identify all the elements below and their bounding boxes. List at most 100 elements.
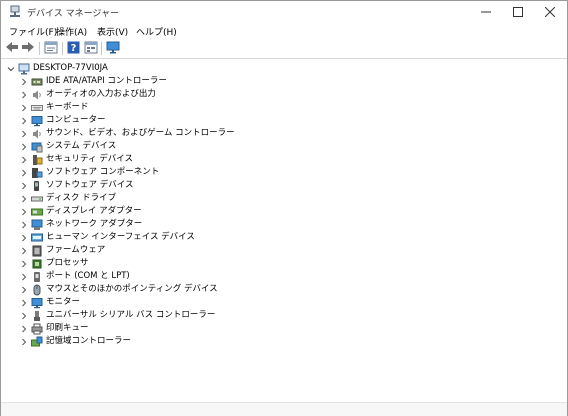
menu-view[interactable]: 表示(V) [97,25,128,38]
tree-category-label: ポート (COM と LPT) [46,271,130,281]
disk-drive-icon [31,193,43,205]
computer-monitor-icon [31,115,43,127]
forward-icon [21,41,35,56]
tree-category-label: ユニバーサル シリアル バス コントローラー [46,310,216,320]
tree-category[interactable]: プロセッサ [19,257,89,270]
chevron-right-icon[interactable] [19,322,28,335]
tree-category[interactable]: ファームウェア [19,244,105,257]
title-bar: デバイス マネージャー [1,1,567,23]
hid-icon [31,232,43,244]
software-component-icon [31,167,43,179]
forward-button[interactable] [20,41,36,56]
back-icon [5,41,19,56]
ide-controller-icon [31,76,43,88]
maximize-button[interactable] [503,1,533,23]
chevron-right-icon[interactable] [19,88,28,101]
tree-category[interactable]: ソフトウェア コンポーネント [19,166,159,179]
tree-category[interactable]: サウンド、ビデオ、およびゲーム コントローラー [19,127,235,140]
tree-root[interactable]: DESKTOP-77VI0JA [6,62,108,75]
tree-category[interactable]: ポート (COM と LPT) [19,270,130,283]
menu-action[interactable]: 操作(A) [56,25,87,38]
tree-category-label: マウスとそのほかのポインティング デバイス [46,284,218,294]
chevron-right-icon[interactable] [19,101,28,114]
menu-file[interactable]: ファイル(F) [9,25,57,38]
tree-category[interactable]: ディスプレイ アダプター [19,205,142,218]
chevron-down-icon[interactable] [6,62,15,75]
chevron-right-icon[interactable] [19,114,28,127]
device-manager-window: デバイス マネージャー ファイル(F) 操作(A) 表示(V) ヘルプ(H) ?… [0,0,568,416]
storage-controller-icon [31,336,43,348]
toolbar-separator [39,42,40,55]
chevron-right-icon[interactable] [19,309,28,322]
tree-category-label: ヒューマン インターフェイス デバイス [46,232,195,242]
tree-category-label: オーディオの入力および出力 [46,89,156,99]
speaker-icon [31,128,43,140]
tree-category-label: ディスク ドライブ [46,193,117,203]
help-button[interactable]: ? [65,41,81,56]
tree-category[interactable]: オーディオの入力および出力 [19,88,156,101]
tree-category-label: IDE ATA/ATAPI コントローラー [46,76,167,86]
tree-category-label: キーボード [46,102,89,112]
chevron-right-icon[interactable] [19,218,28,231]
tree-category[interactable]: セキュリティ デバイス [19,153,133,166]
computer-icon [18,63,30,75]
tree-category-label: ソフトウェア デバイス [46,180,134,190]
chevron-right-icon[interactable] [19,270,28,283]
firmware-icon [31,245,43,257]
tree-category[interactable]: ヒューマン インターフェイス デバイス [19,231,195,244]
network-adapter-icon [31,219,43,231]
properties-icon [44,41,58,57]
chevron-right-icon[interactable] [19,75,28,88]
security-icon [31,154,43,166]
chevron-right-icon[interactable] [19,335,28,348]
tree-category-label: プロセッサ [46,258,89,268]
chevron-right-icon[interactable] [19,179,28,192]
tree-category-label: ネットワーク アダプター [46,219,143,229]
tree-category[interactable]: ディスク ドライブ [19,192,116,205]
tree-category[interactable]: モニター [19,296,80,309]
speaker-icon [31,89,43,101]
processor-icon [31,258,43,270]
back-button[interactable] [4,41,20,56]
chevron-right-icon[interactable] [19,153,28,166]
tree-category[interactable]: コンピューター [19,114,106,127]
monitor-icon [31,297,43,309]
close-button[interactable] [535,1,565,23]
details-button[interactable] [83,41,99,56]
chevron-right-icon[interactable] [19,205,28,218]
tree-category[interactable]: 印刷キュー [19,322,89,335]
toolbar: ? [1,39,567,59]
tree-category[interactable]: ソフトウェア デバイス [19,179,133,192]
tree-category[interactable]: システム デバイス [19,140,116,153]
tree-root-label: DESKTOP-77VI0JA [33,63,108,73]
mouse-icon [31,284,43,296]
tree-category-label: サウンド、ビデオ、およびゲーム コントローラー [46,128,235,138]
tree-category-label: 記憶域コントローラー [46,336,132,346]
tree-category[interactable]: マウスとそのほかのポインティング デバイス [19,283,218,296]
svg-text:?: ? [70,43,76,54]
chevron-right-icon[interactable] [19,127,28,140]
minimize-button[interactable] [471,1,501,23]
chevron-right-icon[interactable] [19,283,28,296]
menu-bar: ファイル(F) 操作(A) 表示(V) ヘルプ(H) [1,23,567,39]
tree-category[interactable]: ユニバーサル シリアル バス コントローラー [19,309,215,322]
chevron-right-icon[interactable] [19,296,28,309]
properties-button[interactable] [43,41,59,56]
tree-category-label: ディスプレイ アダプター [46,206,142,216]
chevron-right-icon[interactable] [19,231,28,244]
chevron-right-icon[interactable] [19,192,28,205]
chevron-right-icon[interactable] [19,166,28,179]
tree-category[interactable]: IDE ATA/ATAPI コントローラー [19,75,167,88]
chevron-right-icon[interactable] [19,244,28,257]
keyboard-icon [31,102,43,114]
chevron-right-icon[interactable] [19,140,28,153]
tree-category[interactable]: 記憶域コントローラー [19,335,131,348]
tree-category[interactable]: ネットワーク アダプター [19,218,142,231]
scan-hardware-button[interactable] [105,41,121,56]
help-icon: ? [67,41,80,57]
printer-icon [31,323,43,335]
device-manager-app-icon [8,5,22,19]
chevron-right-icon[interactable] [19,257,28,270]
menu-help[interactable]: ヘルプ(H) [136,25,177,38]
tree-category[interactable]: キーボード [19,101,89,114]
